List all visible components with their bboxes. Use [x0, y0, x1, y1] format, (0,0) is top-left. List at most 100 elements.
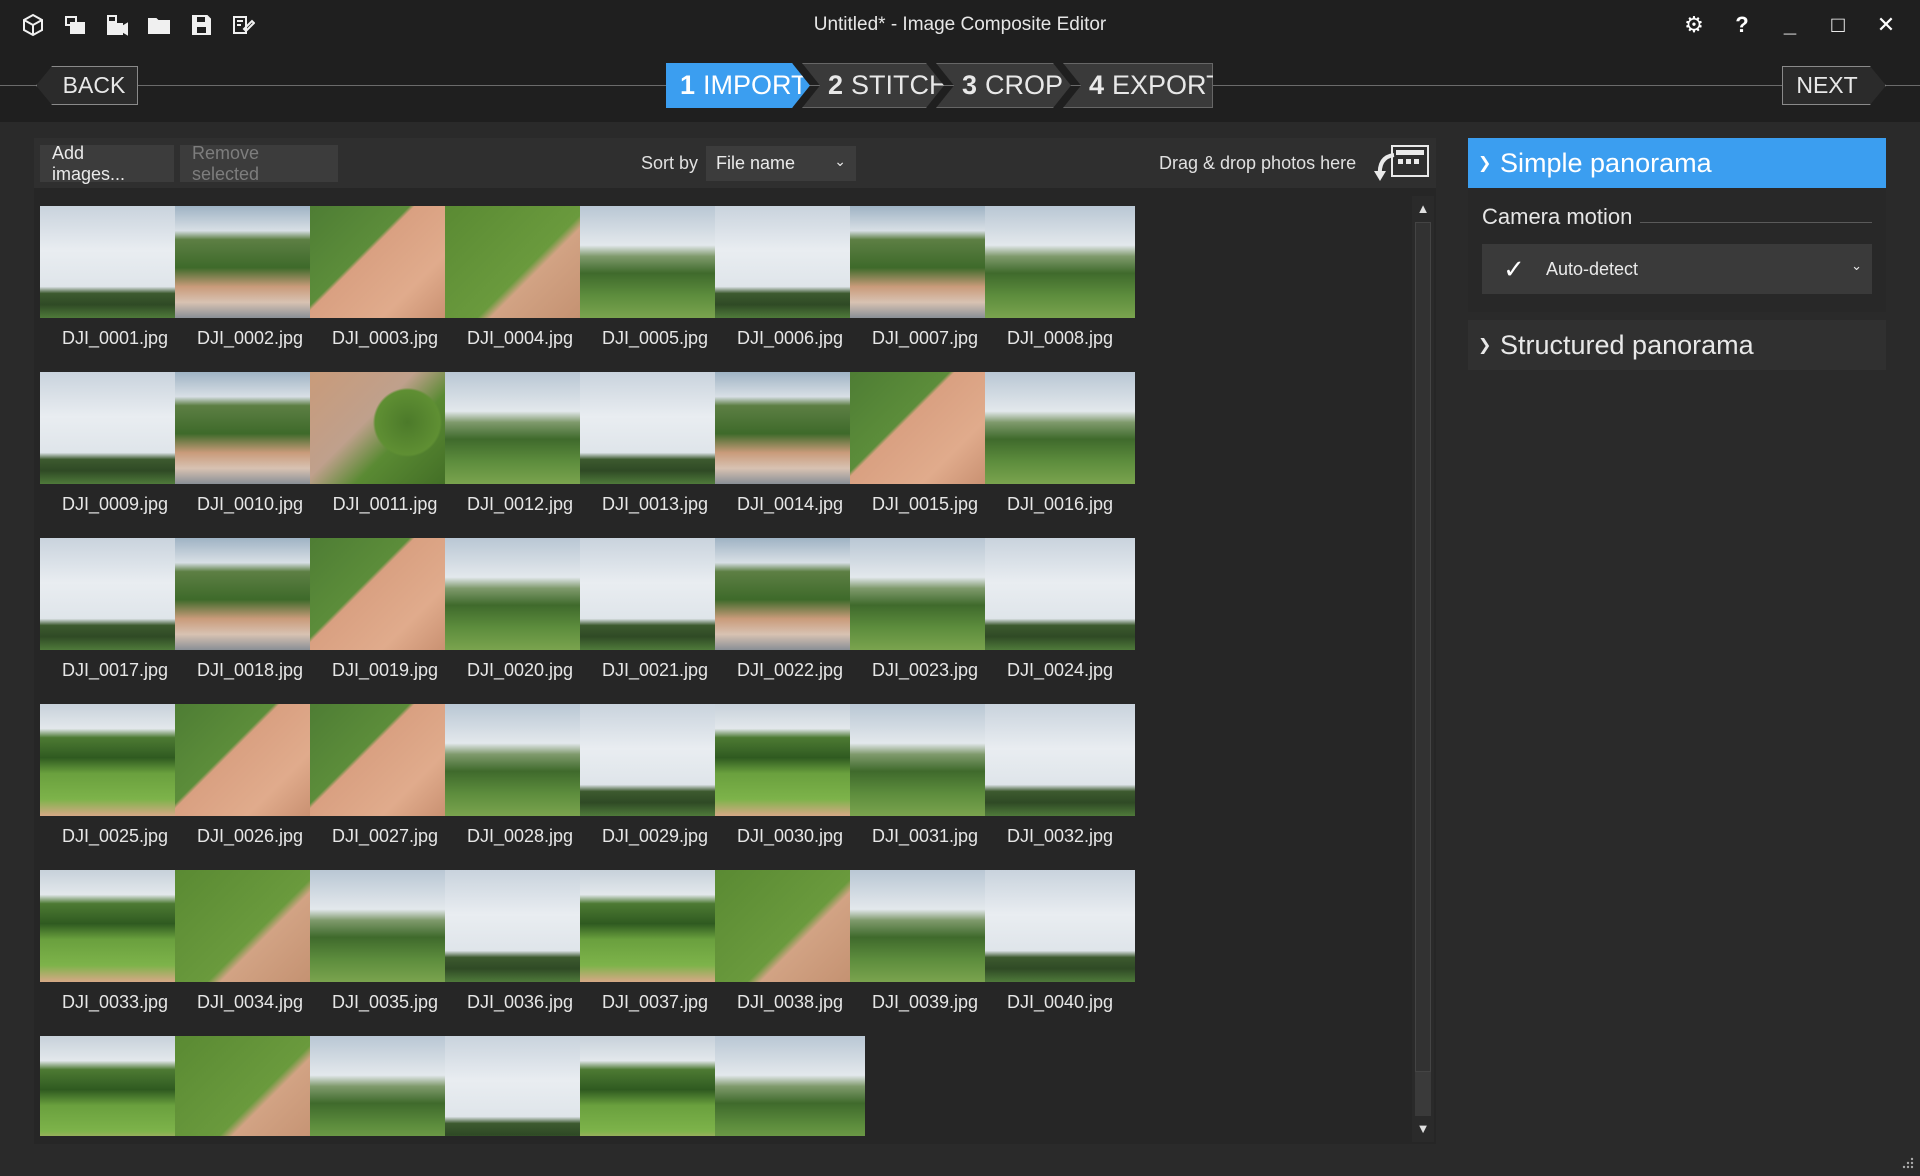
- image-thumbnail[interactable]: DJI_0016.jpg: [985, 372, 1135, 515]
- image-thumbnail[interactable]: DJI_0014.jpg: [715, 372, 865, 515]
- thumbnail-filename: DJI_0020.jpg: [466, 660, 574, 680]
- thumbnail-image: [715, 372, 865, 484]
- image-thumbnail[interactable]: DJI_0013.jpg: [580, 372, 730, 515]
- image-thumbnail[interactable]: DJI_0024.jpg: [985, 538, 1135, 681]
- image-thumbnail[interactable]: DJI_0015.jpg: [850, 372, 1000, 515]
- resize-grip-icon[interactable]: [1900, 1156, 1914, 1170]
- settings-icon[interactable]: ⚙: [1680, 10, 1708, 40]
- import-toolbar: Add images... Remove selected Sort by Fi…: [34, 138, 1436, 188]
- structured-panorama-header[interactable]: ❯ Structured panorama: [1468, 320, 1886, 370]
- image-thumbnail[interactable]: DJI_0019.jpg: [310, 538, 460, 681]
- image-thumbnail[interactable]: DJI_0006.jpg: [715, 206, 865, 349]
- image-thumbnail[interactable]: DJI_0011.jpg: [310, 372, 460, 515]
- simple-panorama-header[interactable]: ❯ Simple panorama: [1468, 138, 1886, 188]
- image-thumbnail[interactable]: DJI_0021.jpg: [580, 538, 730, 681]
- image-thumbnail[interactable]: [445, 1036, 595, 1136]
- thumbnail-filename: DJI_0004.jpg: [466, 328, 574, 348]
- step-import[interactable]: 1 IMPORT: [666, 63, 810, 108]
- image-thumbnail[interactable]: DJI_0028.jpg: [445, 704, 595, 847]
- thumbnail-image: [310, 870, 460, 982]
- image-thumbnail[interactable]: DJI_0002.jpg: [175, 206, 325, 349]
- image-thumbnail[interactable]: DJI_0030.jpg: [715, 704, 865, 847]
- thumbnail-image: [40, 538, 190, 650]
- thumbnail-filename: DJI_0039.jpg: [871, 992, 979, 1012]
- remove-selected-button[interactable]: Remove selected: [180, 143, 338, 184]
- image-thumbnail[interactable]: DJI_0020.jpg: [445, 538, 595, 681]
- camera-motion-select[interactable]: ✓ Auto-detect ⌄: [1482, 244, 1872, 294]
- thumbnail-image: [445, 206, 595, 318]
- image-thumbnail[interactable]: DJI_0008.jpg: [985, 206, 1135, 349]
- thumbnail-image: [580, 206, 730, 318]
- thumbnail-image: [175, 372, 325, 484]
- image-thumbnail[interactable]: DJI_0035.jpg: [310, 870, 460, 1013]
- thumbnail-filename: DJI_0031.jpg: [871, 826, 979, 846]
- close-icon[interactable]: ✕: [1872, 10, 1900, 40]
- image-thumbnail[interactable]: DJI_0032.jpg: [985, 704, 1135, 847]
- image-thumbnail[interactable]: DJI_0025.jpg: [40, 704, 190, 847]
- chevron-right-icon: ❯: [1478, 337, 1492, 354]
- camera-motion-divider: [1640, 222, 1872, 223]
- image-thumbnail[interactable]: DJI_0033.jpg: [40, 870, 190, 1013]
- scroll-up-icon[interactable]: ▲: [1412, 198, 1434, 220]
- next-button[interactable]: NEXT: [1782, 66, 1886, 105]
- thumbnail-filename: DJI_0021.jpg: [601, 660, 709, 680]
- add-images-button[interactable]: Add images...: [40, 143, 174, 184]
- image-thumbnail[interactable]: DJI_0003.jpg: [310, 206, 460, 349]
- title-bar: Untitled* - Image Composite Editor ⚙ ? _…: [0, 0, 1920, 50]
- image-thumbnail[interactable]: DJI_0023.jpg: [850, 538, 1000, 681]
- image-thumbnail[interactable]: DJI_0004.jpg: [445, 206, 595, 349]
- chevron-down-icon: ⌄: [834, 153, 846, 169]
- minimize-icon[interactable]: _: [1776, 10, 1804, 40]
- thumbnail-image: [175, 704, 325, 816]
- image-thumbnail[interactable]: [715, 1036, 865, 1136]
- image-thumbnail[interactable]: DJI_0007.jpg: [850, 206, 1000, 349]
- thumbnail-image: [985, 538, 1135, 650]
- image-thumbnail[interactable]: [40, 1036, 190, 1136]
- thumbnail-filename: DJI_0010.jpg: [196, 494, 304, 514]
- maximize-icon[interactable]: □: [1824, 10, 1852, 40]
- image-thumbnail[interactable]: DJI_0029.jpg: [580, 704, 730, 847]
- step-label: CROP: [985, 70, 1064, 100]
- thumbnail-image: [850, 372, 1000, 484]
- step-number: 4: [1089, 70, 1105, 100]
- image-thumbnail[interactable]: DJI_0026.jpg: [175, 704, 325, 847]
- help-icon[interactable]: ?: [1728, 10, 1756, 40]
- structured-panorama-title: Structured panorama: [1500, 329, 1754, 360]
- image-thumbnail[interactable]: DJI_0037.jpg: [580, 870, 730, 1013]
- vertical-scrollbar[interactable]: ▲ ▼: [1412, 196, 1434, 1142]
- back-button[interactable]: BACK: [36, 66, 138, 105]
- image-thumbnail[interactable]: [580, 1036, 730, 1136]
- image-thumbnail[interactable]: DJI_0036.jpg: [445, 870, 595, 1013]
- step-crop[interactable]: 3 CROP: [936, 63, 1071, 108]
- image-thumbnail[interactable]: DJI_0027.jpg: [310, 704, 460, 847]
- step-stitch[interactable]: 2 STITCH: [802, 63, 944, 108]
- thumbnail-filename: DJI_0007.jpg: [871, 328, 979, 348]
- thumbnail-filename: DJI_0015.jpg: [871, 494, 979, 514]
- thumbnail-filename: DJI_0022.jpg: [736, 660, 844, 680]
- thumbnail-image: [40, 870, 190, 982]
- thumbnail-filename: DJI_0035.jpg: [331, 992, 439, 1012]
- image-thumbnail[interactable]: [175, 1036, 325, 1136]
- image-thumbnail[interactable]: [310, 1036, 460, 1136]
- sort-by-select[interactable]: File name ⌄: [706, 146, 856, 181]
- image-thumbnail[interactable]: DJI_0038.jpg: [715, 870, 865, 1013]
- image-thumbnail[interactable]: DJI_0022.jpg: [715, 538, 865, 681]
- image-thumbnail[interactable]: DJI_0040.jpg: [985, 870, 1135, 1013]
- scroll-thumb[interactable]: [1415, 222, 1431, 1072]
- image-thumbnail[interactable]: DJI_0031.jpg: [850, 704, 1000, 847]
- image-thumbnail[interactable]: DJI_0009.jpg: [40, 372, 190, 515]
- drag-drop-icon: [1374, 145, 1429, 181]
- image-thumbnail[interactable]: DJI_0034.jpg: [175, 870, 325, 1013]
- thumbnail-filename: DJI_0016.jpg: [1006, 494, 1114, 514]
- image-thumbnail[interactable]: DJI_0017.jpg: [40, 538, 190, 681]
- scroll-down-icon[interactable]: ▼: [1412, 1118, 1434, 1140]
- image-thumbnail[interactable]: DJI_0039.jpg: [850, 870, 1000, 1013]
- thumbnail-image: [310, 372, 460, 484]
- image-thumbnail[interactable]: DJI_0012.jpg: [445, 372, 595, 515]
- image-thumbnail[interactable]: DJI_0010.jpg: [175, 372, 325, 515]
- sort-by-value: File name: [716, 153, 796, 173]
- image-thumbnail[interactable]: DJI_0005.jpg: [580, 206, 730, 349]
- step-export[interactable]: 4 EXPORT: [1063, 63, 1213, 108]
- image-thumbnail[interactable]: DJI_0018.jpg: [175, 538, 325, 681]
- image-thumbnail[interactable]: DJI_0001.jpg: [40, 206, 190, 349]
